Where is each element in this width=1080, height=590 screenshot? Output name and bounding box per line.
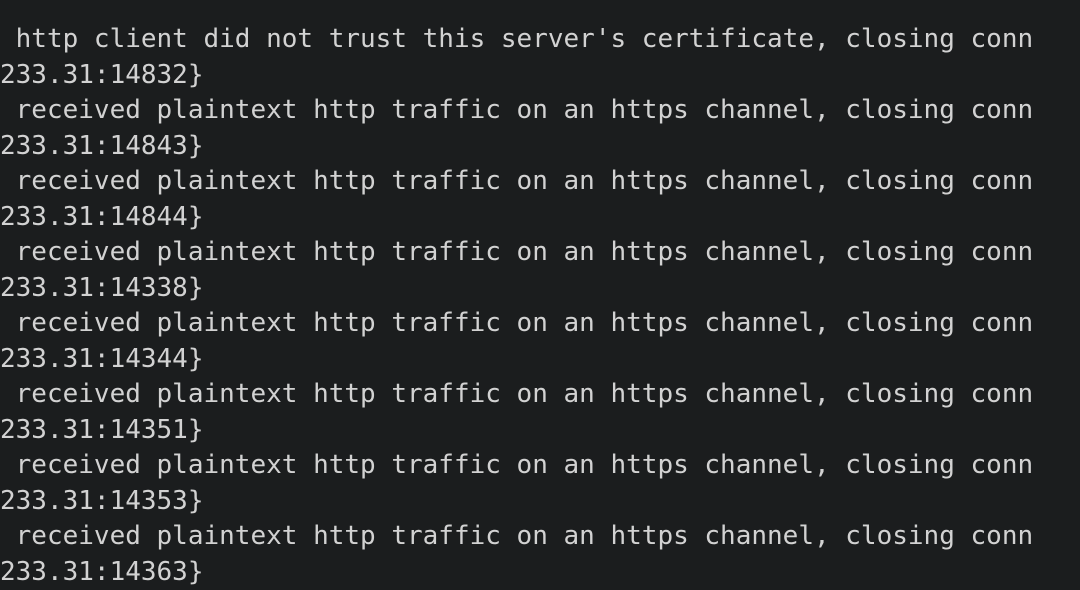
log-message-line: http client did not trust this server's … bbox=[0, 24, 1034, 54]
log-message-line: received plaintext http traffic on an ht… bbox=[0, 237, 1034, 267]
log-entry: received plaintext http traffic on an ht… bbox=[0, 164, 1080, 235]
log-wrapped-line: 233.31:14351} bbox=[0, 414, 204, 445]
log-entry: received plaintext http traffic on an ht… bbox=[0, 306, 1080, 377]
log-entry: received plaintext http traffic on an ht… bbox=[0, 93, 1080, 164]
log-entry: received plaintext http traffic on an ht… bbox=[0, 519, 1080, 590]
log-message-line: received plaintext http traffic on an ht… bbox=[0, 379, 1034, 409]
log-wrapped-line: 233.31:14844} bbox=[0, 201, 204, 232]
log-wrapped-line: 233.31:14338} bbox=[0, 272, 204, 303]
log-wrapped-line: 233.31:14832} bbox=[0, 59, 204, 90]
terminal-log-output[interactable]: http client did not trust this server's … bbox=[0, 0, 1080, 590]
log-entry: http client did not trust this server's … bbox=[0, 22, 1080, 93]
log-message-line: received plaintext http traffic on an ht… bbox=[0, 450, 1034, 480]
log-message-line: received plaintext http traffic on an ht… bbox=[0, 308, 1034, 338]
log-message-line: received plaintext http traffic on an ht… bbox=[0, 521, 1034, 551]
log-wrapped-line: 233.31:14344} bbox=[0, 343, 204, 374]
log-entry: received plaintext http traffic on an ht… bbox=[0, 235, 1080, 306]
log-entry: received plaintext http traffic on an ht… bbox=[0, 448, 1080, 519]
log-message-line: received plaintext http traffic on an ht… bbox=[0, 166, 1034, 196]
log-entry: received plaintext http traffic on an ht… bbox=[0, 377, 1080, 448]
log-wrapped-line: 233.31:14363} bbox=[0, 556, 204, 587]
log-wrapped-line: 233.31:14353} bbox=[0, 485, 204, 516]
log-wrapped-line: 233.31:14843} bbox=[0, 130, 204, 161]
log-message-line: received plaintext http traffic on an ht… bbox=[0, 95, 1034, 125]
